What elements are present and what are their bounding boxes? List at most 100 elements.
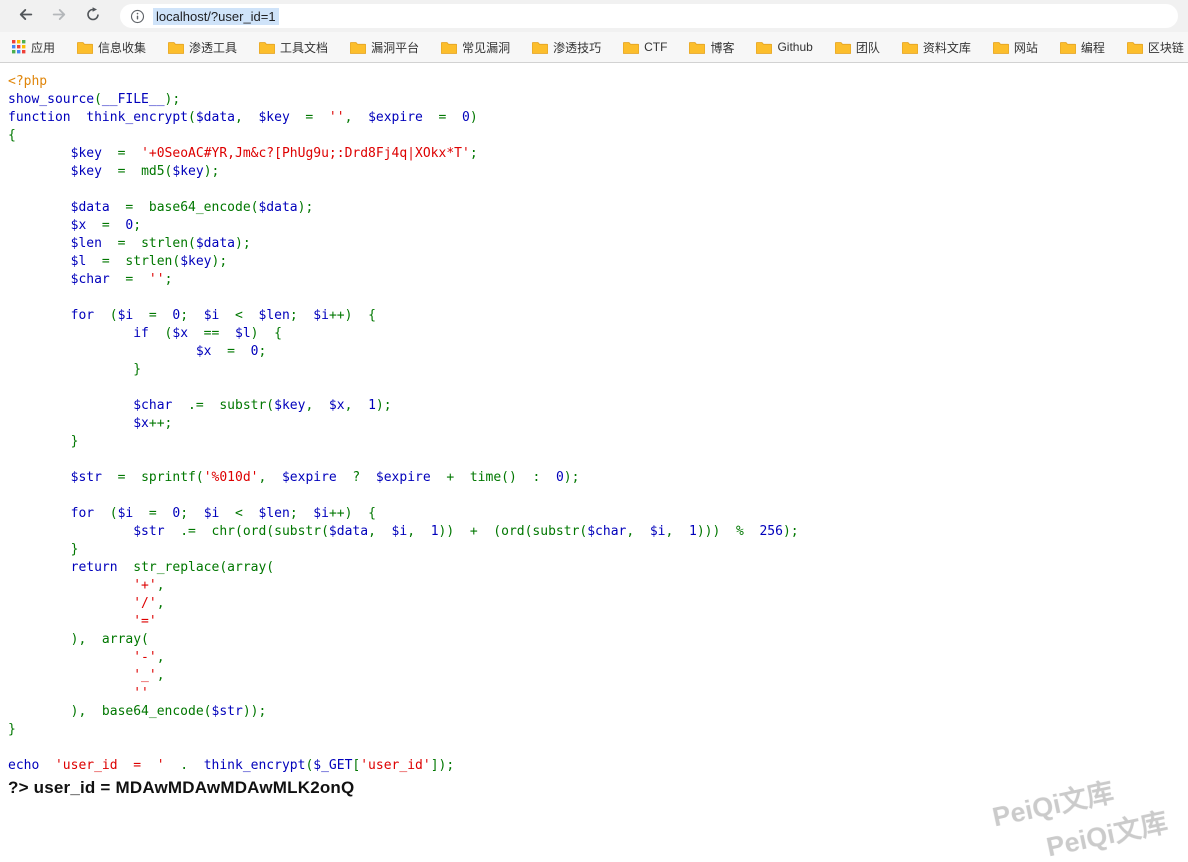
bookmark-item[interactable]: 资料文库 <box>901 39 971 56</box>
code-line: $str = sprintf('%010d', $expire ? $expir… <box>70 470 580 485</box>
code-line: ), base64_encode($str)); <box>8 704 267 719</box>
back-arrow-icon <box>17 6 34 26</box>
code-line: $key = md5($key); <box>70 164 220 179</box>
folder-icon <box>689 41 706 54</box>
folder-icon <box>1059 41 1076 54</box>
folder-icon <box>259 41 276 54</box>
code-line: $str .= chr(ord(substr($data, $i, 1)) + … <box>133 524 799 539</box>
bookmark-label: 区块链 <box>1147 40 1184 55</box>
code-line: } <box>8 362 142 377</box>
reload-button[interactable] <box>78 2 108 30</box>
folder-icon <box>992 41 1009 54</box>
site-info-icon[interactable] <box>130 9 145 24</box>
watermark: PeiQi文库 <box>1043 807 1171 862</box>
bookmark-item[interactable]: 渗透工具 <box>168 39 237 56</box>
apps-grid-icon <box>12 40 26 54</box>
bookmark-item[interactable]: 工具文档 <box>259 39 328 56</box>
code-line: for ($i = 0; $i < $len; $i++) { <box>70 308 376 323</box>
bookmark-label: 工具文档 <box>280 40 329 55</box>
back-button[interactable] <box>10 2 40 30</box>
page-content: <?php show_source(__FILE__); function thin… <box>0 63 1188 862</box>
code-line: ), array( <box>8 632 149 647</box>
code-line: $x = 0; <box>195 344 267 359</box>
code-line: show_source(__FILE__); <box>8 92 181 107</box>
folder-icon <box>756 41 773 54</box>
bookmark-label: 博客 <box>710 40 735 55</box>
code-line: '_', <box>133 668 165 683</box>
code-line: <?php <box>8 74 48 89</box>
bookmark-item[interactable]: 信息收集 <box>77 39 146 56</box>
code-line: for ($i = 0; $i < $len; $i++) { <box>70 506 376 521</box>
code-line: } <box>8 434 79 449</box>
bookmark-item[interactable]: 区块链 <box>1126 39 1184 56</box>
code-line: $x++; <box>133 416 173 431</box>
bookmark-item[interactable]: 常见漏洞 <box>441 39 510 56</box>
url-text: localhost/?user_id=1 <box>153 7 279 25</box>
code-line: } <box>8 722 16 737</box>
bookmark-label: 资料文库 <box>922 40 971 55</box>
bookmark-item[interactable]: 漏洞平台 <box>350 39 419 56</box>
address-bar[interactable]: localhost/?user_id=1 <box>120 4 1178 28</box>
bookmark-label: 渗透技巧 <box>553 40 602 55</box>
bookmark-label: 应用 <box>31 40 56 55</box>
code-line: $data = base64_encode($data); <box>70 200 314 215</box>
browser-window: localhost/?user_id=1 应用 信息收集 渗透工具 工具文档 漏洞平台 常… <box>0 0 1188 862</box>
folder-icon <box>77 41 94 54</box>
bookmark-item[interactable]: CTF <box>623 40 667 54</box>
bookmark-item[interactable]: 团队 <box>834 39 880 56</box>
code-line: $key = '+0SeoAC#YR,Jm&c?[PhUg9u;:Drd8Fj4… <box>70 146 478 161</box>
bookmark-item[interactable]: 博客 <box>689 39 734 56</box>
code-line: if ($x == $l) { <box>133 326 282 341</box>
folder-icon <box>168 41 185 54</box>
code-line: '+', <box>133 578 165 593</box>
forward-button[interactable] <box>44 2 74 30</box>
reload-icon <box>85 6 102 26</box>
code-line: '' <box>133 686 149 701</box>
code-line: return str_replace(array( <box>70 560 275 575</box>
bookmark-item[interactable]: 应用 <box>12 39 55 56</box>
forward-arrow-icon <box>51 6 68 26</box>
bookmark-label: 网站 <box>1013 40 1038 55</box>
code-line: $char .= substr($key, $x, 1); <box>133 398 392 413</box>
bookmark-label: 信息收集 <box>98 40 147 55</box>
folder-icon <box>1126 41 1143 54</box>
code-line: '=' <box>133 614 157 629</box>
code-line: '/', <box>133 596 165 611</box>
code-line: echo 'user_id = ' . think_encrypt($_GET[… <box>8 758 455 773</box>
bookmark-item[interactable]: 网站 <box>992 39 1038 56</box>
code-line: '-', <box>133 650 165 665</box>
code-line: { <box>8 128 16 143</box>
folder-icon <box>901 41 918 54</box>
php-source-code: <?php show_source(__FILE__); function thin… <box>8 73 1188 775</box>
script-output: ?> user_id = MDAwMDAwMDAwMLK2onQ <box>8 778 355 797</box>
bookmark-label: 漏洞平台 <box>371 40 420 55</box>
bookmark-label: 常见漏洞 <box>462 40 511 55</box>
code-line: $x = 0; <box>70 218 142 233</box>
code-line: function think_encrypt($data, $key = '',… <box>8 110 478 125</box>
folder-icon <box>834 41 851 54</box>
bookmark-item[interactable]: Github <box>756 40 813 54</box>
bookmark-item[interactable]: 渗透技巧 <box>532 39 601 56</box>
folder-icon <box>623 41 640 54</box>
bookmark-label: 编程 <box>1080 40 1105 55</box>
code-line: $l = strlen($key); <box>70 254 228 269</box>
bookmarks-bar: 应用 信息收集 渗透工具 工具文档 漏洞平台 常见漏洞 渗透技巧 CTF 博客 Github 团队 资… <box>0 32 1188 63</box>
bookmark-label: 渗透工具 <box>189 40 238 55</box>
code-line: $char = ''; <box>70 272 173 287</box>
code-line: } <box>8 542 79 557</box>
folder-icon <box>441 41 458 54</box>
bookmark-label: CTF <box>644 40 668 54</box>
bookmark-item[interactable]: 编程 <box>1059 39 1105 56</box>
browser-toolbar: localhost/?user_id=1 <box>0 0 1188 32</box>
bookmark-label: Github <box>777 40 813 54</box>
code-line: $len = strlen($data); <box>70 236 251 251</box>
folder-icon <box>532 41 549 54</box>
bookmark-label: 团队 <box>855 40 880 55</box>
folder-icon <box>350 41 367 54</box>
